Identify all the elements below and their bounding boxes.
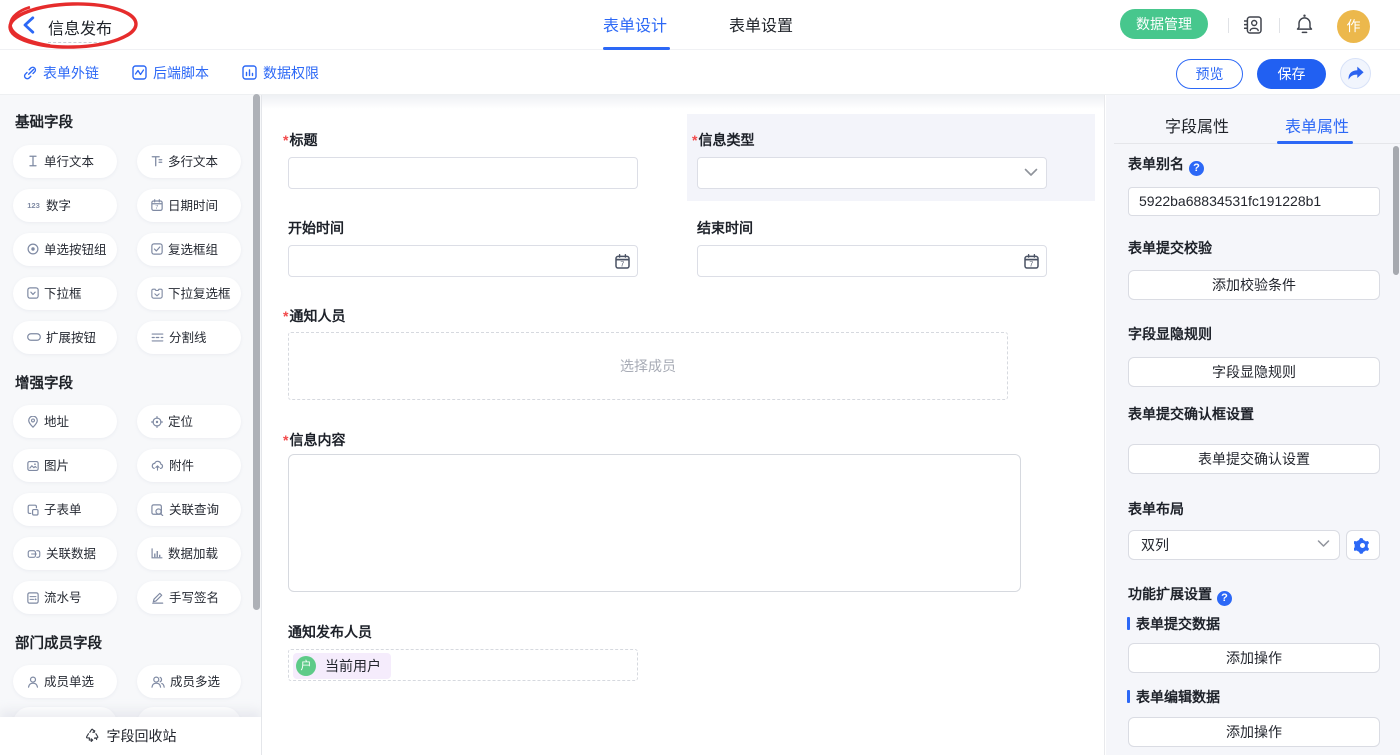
svg-text:123: 123 [27, 201, 40, 209]
svg-text:7: 7 [155, 205, 158, 211]
svg-text:7: 7 [1029, 261, 1033, 268]
svg-text:7: 7 [620, 261, 624, 268]
